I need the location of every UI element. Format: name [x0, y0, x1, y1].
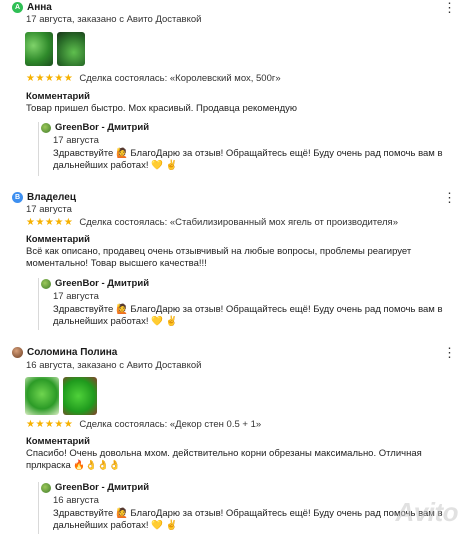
- review-header: А Анна: [12, 2, 52, 13]
- comment-label: Комментарий: [26, 234, 90, 245]
- watermark-logo: Avito: [395, 497, 459, 527]
- comment-label: Комментарий: [26, 436, 90, 447]
- review-photo[interactable]: [63, 377, 97, 415]
- reviewer-name[interactable]: Владелец: [27, 192, 76, 203]
- review-header: Соломина Полина: [12, 347, 117, 358]
- reply-header: GreenBor - Дмитрий: [41, 122, 149, 133]
- photo-gallery: [25, 377, 97, 415]
- avatar[interactable]: [12, 347, 23, 358]
- more-options-icon[interactable]: ⋮: [443, 1, 456, 14]
- avatar[interactable]: В: [12, 192, 23, 203]
- deal-text: Сделка состоялась: «Декор стен 0.5 + 1»: [79, 419, 262, 430]
- seller-avatar[interactable]: [41, 482, 51, 493]
- seller-name[interactable]: GreenBor - Дмитрий: [55, 278, 149, 289]
- reply-text: Здравствуйте 🙋 БлагоДарю за отзыв! Обращ…: [53, 304, 443, 327]
- reply-header: GreenBor - Дмитрий: [41, 278, 149, 289]
- deal-text: Сделка состоялась: «Стабилизированный мо…: [79, 217, 398, 228]
- rating-stars-icon: ★★★★★: [26, 73, 74, 84]
- reviewer-name[interactable]: Соломина Полина: [27, 347, 117, 358]
- deal-row: ★★★★★ Сделка состоялась: «Декор стен 0.5…: [26, 419, 261, 430]
- rating-stars-icon: ★★★★★: [26, 419, 74, 430]
- review-photo[interactable]: [25, 32, 53, 66]
- reply-date: 17 августа: [53, 135, 99, 146]
- reply-text: Здравствуйте 🙋 БлагоДарю за отзыв! Обращ…: [53, 148, 443, 171]
- comment-text: Товар пришел быстро. Мох красивый. Прода…: [26, 103, 298, 114]
- review-meta: 17 августа: [26, 204, 72, 215]
- seller-avatar[interactable]: [41, 278, 51, 289]
- comment-label: Комментарий: [26, 91, 90, 102]
- reply-date: 16 августа: [53, 495, 99, 506]
- seller-avatar[interactable]: [41, 122, 51, 133]
- rating-stars-icon: ★★★★★: [26, 217, 74, 228]
- seller-reply: GreenBor - Дмитрий 17 августа Здравствуй…: [38, 278, 458, 330]
- review-meta: 17 августа, заказано с Авито Доставкой: [26, 14, 202, 25]
- deal-text: Сделка состоялась: «Королевский мох, 500…: [79, 73, 281, 84]
- avatar[interactable]: А: [12, 2, 23, 13]
- deal-row: ★★★★★ Сделка состоялась: «Стабилизирован…: [26, 217, 398, 228]
- reviewer-name[interactable]: Анна: [27, 2, 52, 13]
- more-options-icon[interactable]: ⋮: [443, 191, 456, 204]
- reply-date: 17 августа: [53, 291, 99, 302]
- comment-text: Спасибо! Очень довольна мхом. действител…: [26, 448, 422, 471]
- comment-text: Всё как описано, продавец очень отзывчив…: [26, 246, 412, 269]
- seller-reply: GreenBor - Дмитрий 17 августа Здравствуй…: [38, 122, 458, 176]
- review-photo[interactable]: [57, 32, 85, 66]
- seller-name[interactable]: GreenBor - Дмитрий: [55, 122, 149, 133]
- review-meta: 16 августа, заказано с Авито Доставкой: [26, 360, 202, 371]
- seller-name[interactable]: GreenBor - Дмитрий: [55, 482, 149, 493]
- more-options-icon[interactable]: ⋮: [443, 346, 456, 359]
- reply-header: GreenBor - Дмитрий: [41, 482, 149, 493]
- review-photo[interactable]: [25, 377, 59, 415]
- reply-text: Здравствуйте 🙋 БлагоДарю за отзыв! Обращ…: [53, 508, 443, 531]
- photo-gallery: [25, 32, 85, 66]
- review-header: В Владелец: [12, 192, 76, 203]
- deal-row: ★★★★★ Сделка состоялась: «Королевский мо…: [26, 73, 281, 84]
